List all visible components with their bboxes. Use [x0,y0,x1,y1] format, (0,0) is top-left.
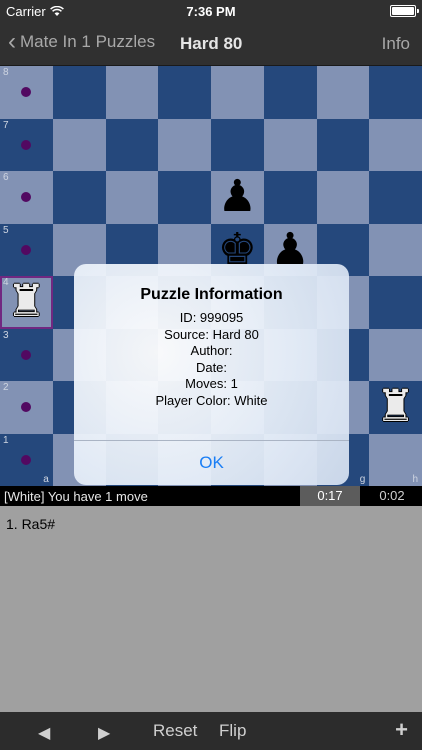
battery-icon [390,5,419,17]
reset-button[interactable]: Reset [153,721,197,741]
turn-message: [White] You have 1 move [4,489,148,504]
page-title: Hard 80 [180,34,243,53]
info-bar: [White] You have 1 move 0:17 0:02 [0,486,422,506]
next-move-button[interactable]: ▶ [98,723,110,743]
move-list-text: 1. Ra5# [6,516,56,532]
dialog-title: Puzzle Information [140,286,283,303]
move-list[interactable]: 1. Ra5# [0,506,422,712]
dialog-player-color: Player Color: White [155,392,268,408]
black-clock: 0:02 [362,486,422,506]
status-time: 7:36 PM [186,4,236,19]
navigation-bar: ‹ Mate In 1 Puzzles Hard 80 Info [0,22,422,66]
puzzle-info-dialog: Puzzle Information ID: 999095 Source: Ha… [74,264,349,485]
info-button[interactable]: Info [382,34,410,54]
flip-button[interactable]: Flip [219,721,246,741]
chevron-left-icon: ‹ [8,28,16,55]
dialog-source: Source: Hard 80 [164,326,259,342]
dialog-moves: Moves: 1 [185,376,238,391]
bottom-toolbar: ◀ ▶ Reset Flip + [0,712,422,750]
back-button-label: Mate In 1 Puzzles [20,32,156,51]
dialog-date: Date: [195,359,228,375]
add-button[interactable]: + [395,717,408,743]
status-bar: Carrier 7:36 PM [0,0,422,22]
previous-move-button[interactable]: ◀ [38,723,50,743]
back-button[interactable]: ‹ Mate In 1 Puzzles [8,28,156,55]
dialog-puzzle-id: ID: 999095 [179,310,244,325]
white-clock: 0:17 [300,486,360,506]
dialog-ok-button[interactable]: OK [74,441,349,485]
dialog-author: Author: [190,343,233,358]
